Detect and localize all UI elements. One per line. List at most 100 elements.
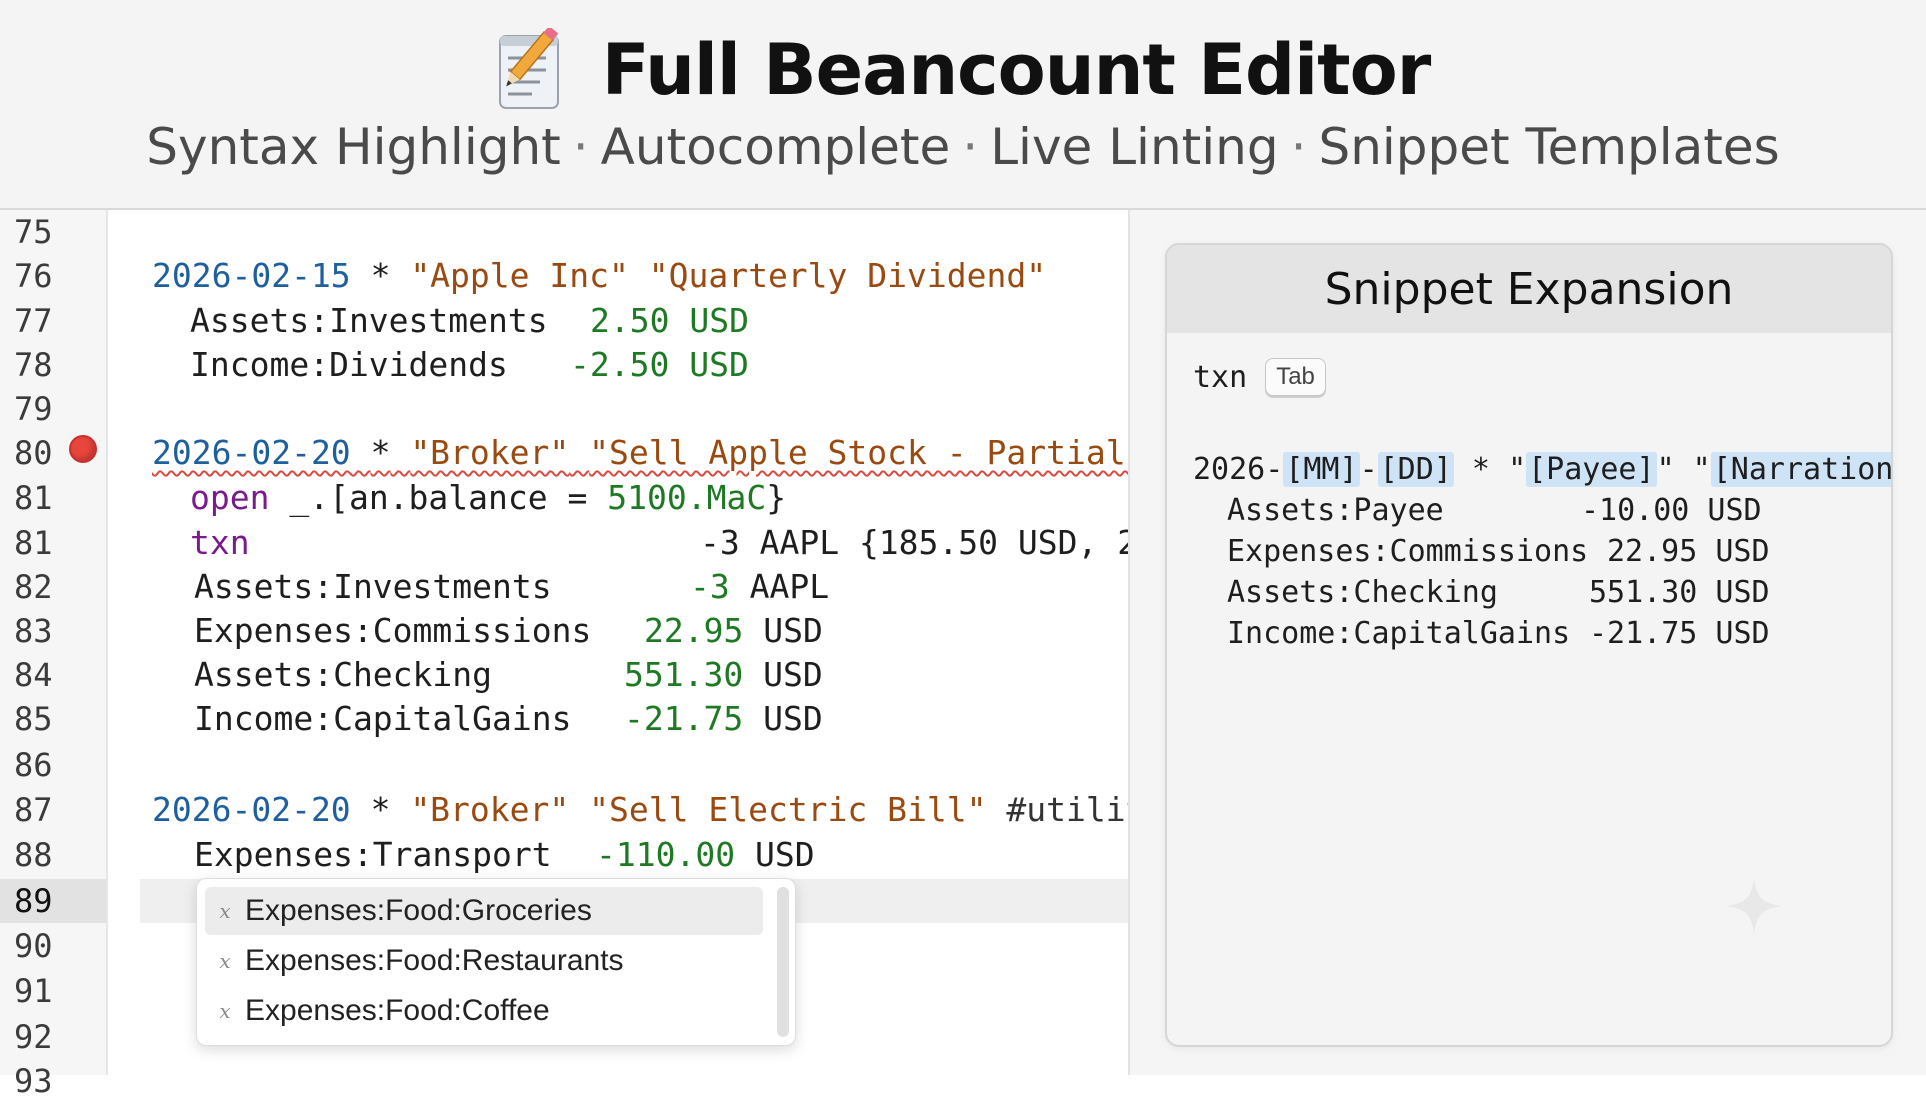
- line-number: 86: [14, 746, 53, 784]
- keyword-txn: txn: [190, 523, 250, 562]
- open-expression: _.[an.balance =: [269, 478, 608, 517]
- snippet-placeholder-payee[interactable]: [Payee]: [1526, 452, 1657, 487]
- feature-snippet-templates: Snippet Templates: [1318, 118, 1780, 176]
- line-number: 84: [14, 656, 53, 694]
- autocomplete-item-label: Expenses:Food:Restaurants: [245, 944, 624, 977]
- snippet-placeholder-day[interactable]: [DD]: [1377, 452, 1454, 487]
- code-line-83: Expenses:Commissions 22.95 USD: [194, 609, 823, 653]
- line-number: 88: [14, 836, 53, 874]
- line-number: 81: [14, 524, 53, 562]
- snippet-posting: Expenses:Commissions 22.95 USD: [1227, 532, 1770, 572]
- line-number: 80: [14, 434, 53, 472]
- code-line-76: 2026-02-15 * "Apple Inc" "Quarterly Divi…: [152, 254, 1046, 298]
- app-title: Full Beancount Editor: [601, 28, 1432, 111]
- txn-narration: "Quarterly Dividend": [648, 256, 1047, 295]
- autocomplete-popup[interactable]: x Expenses:Food:Groceries x Expenses:Foo…: [196, 878, 796, 1046]
- snippet-panel-header: Snippet Expansion: [1167, 245, 1891, 333]
- txn-payee: "Broker": [410, 433, 570, 472]
- code-line-85: Income:CapitalGains -21.75 USD: [194, 697, 823, 741]
- autocomplete-scrollbar[interactable]: [777, 887, 789, 1037]
- posting-amount: 22.95: [644, 611, 744, 650]
- snippet-posting-account: Assets:Checking: [1227, 575, 1498, 610]
- txn-narration: "Sell Electric Bill": [589, 790, 987, 829]
- txn-date: 2026-02-20: [152, 433, 351, 472]
- code-line-78: Income:Dividends -2.50 USD: [190, 343, 749, 387]
- open-close-brace: }: [766, 478, 787, 517]
- line-number: 75: [14, 213, 53, 251]
- snippet-header-line: 2026-[MM]-[DD] * "[Payee]" "[Narration]": [1193, 450, 1891, 490]
- code-line-81-txn: txn -3 AAPL {185.50 USD, 20: [190, 521, 1128, 565]
- posting-account: Income:Dividends: [190, 345, 508, 384]
- line-number: 91: [14, 972, 53, 1010]
- txn-tag: #utiliti: [1006, 790, 1128, 829]
- separator: ·: [1290, 118, 1307, 176]
- open-value: 5100.MaC: [607, 478, 767, 517]
- snippet-trigger-word: txn: [1193, 359, 1248, 395]
- autocomplete-item-label: Expenses:Food:Groceries: [245, 894, 592, 927]
- autocomplete-item[interactable]: x Expenses:Food:Coffee: [205, 987, 763, 1035]
- snippet-year: 2026-: [1193, 452, 1284, 487]
- code-line-80-lint-error: 2026-02-20 * "Broker" "Sell Apple Stock …: [152, 431, 1128, 475]
- snippet-quote: ": [1508, 452, 1527, 487]
- line-number: 85: [14, 700, 53, 738]
- variable-kind-icon: x: [219, 999, 231, 1023]
- posting-currency: USD: [689, 301, 749, 340]
- posting-account: Assets:Investments: [194, 567, 552, 606]
- snippet-posting: Income:CapitalGains -21.75 USD: [1227, 614, 1770, 654]
- posting-currency: AAPL: [749, 567, 830, 606]
- line-number: 77: [14, 302, 53, 340]
- posting-account: Assets:Investments: [190, 301, 548, 340]
- snippet-trigger-row: txn Tab: [1193, 355, 1326, 399]
- lint-error-marker-icon[interactable]: [69, 435, 97, 463]
- line-number: 83: [14, 612, 53, 650]
- line-number-gutter[interactable]: 75 76 77 78 79 80 81 81 82 83 84 85 86 8…: [0, 210, 108, 1100]
- line-number: 93: [14, 1062, 53, 1100]
- memo-pencil-icon: [498, 27, 559, 109]
- feature-subtitle: Syntax Highlight · Autocomplete · Live Linti…: [0, 118, 1926, 176]
- variable-kind-icon: x: [219, 949, 231, 973]
- snippet-posting: Assets:Payee -10.00 USD: [1227, 491, 1762, 531]
- txn-payee: "Broker": [410, 790, 570, 829]
- feature-autocomplete: Autocomplete: [600, 118, 951, 176]
- posting-currency: USD: [754, 835, 815, 874]
- title-row: Full Beancount Editor: [0, 22, 1926, 117]
- autocomplete-item-selected[interactable]: x Expenses:Food:Groceries: [205, 887, 763, 935]
- posting-currency: USD: [763, 655, 823, 694]
- snippet-quote: " ": [1656, 452, 1711, 487]
- autocomplete-item-label: Expenses:Food:Coffee: [245, 994, 550, 1027]
- feature-live-linting: Live Linting: [990, 118, 1279, 176]
- posting-amount: 2.50: [590, 301, 670, 340]
- txn-flag: *: [370, 433, 391, 472]
- txn-date: 2026-02-20: [152, 790, 351, 829]
- snippet-flag: *: [1453, 452, 1509, 487]
- snippet-placeholder-narration[interactable]: [Narration]: [1710, 452, 1891, 487]
- posting-amount: -110.00: [596, 835, 736, 874]
- txn-date: 2026-02-15: [152, 256, 351, 295]
- snippet-posting-account: Expenses:Commissions: [1227, 534, 1589, 569]
- txn-flag: *: [370, 790, 391, 829]
- line-number-active: 89: [14, 882, 53, 920]
- snippet-placeholder-month[interactable]: [MM]: [1283, 452, 1360, 487]
- posting-account: Expenses:Transport: [194, 835, 552, 874]
- line-number: 76: [14, 257, 53, 295]
- line-number: 79: [14, 390, 53, 428]
- posting-currency: USD: [763, 611, 823, 650]
- snippet-posting-amount: 22.95 USD: [1607, 534, 1770, 569]
- line-number: 92: [14, 1018, 53, 1056]
- txn-flag: *: [370, 256, 391, 295]
- snippet-posting-account: Income:CapitalGains: [1227, 616, 1571, 651]
- line-number: 82: [14, 568, 53, 606]
- snippet-posting: Assets:Checking 551.30 USD: [1227, 573, 1770, 613]
- posting-amount: 551.30: [624, 655, 744, 694]
- variable-kind-icon: x: [219, 899, 231, 923]
- posting-amount: -3: [690, 567, 730, 606]
- posting-account: Income:CapitalGains: [194, 699, 572, 738]
- snippet-panel-title: Snippet Expansion: [1324, 263, 1734, 315]
- feature-syntax-highlight: Syntax Highlight: [146, 118, 561, 176]
- posting-currency: USD: [689, 345, 749, 384]
- line-number: 81: [14, 479, 53, 517]
- posting-amount: -21.75: [624, 699, 744, 738]
- autocomplete-item[interactable]: x Expenses:Food:Restaurants: [205, 937, 763, 985]
- app-header: Full Beancount Editor Syntax Highlight · A…: [0, 0, 1926, 210]
- txn-payee: "Apple Inc": [410, 256, 629, 295]
